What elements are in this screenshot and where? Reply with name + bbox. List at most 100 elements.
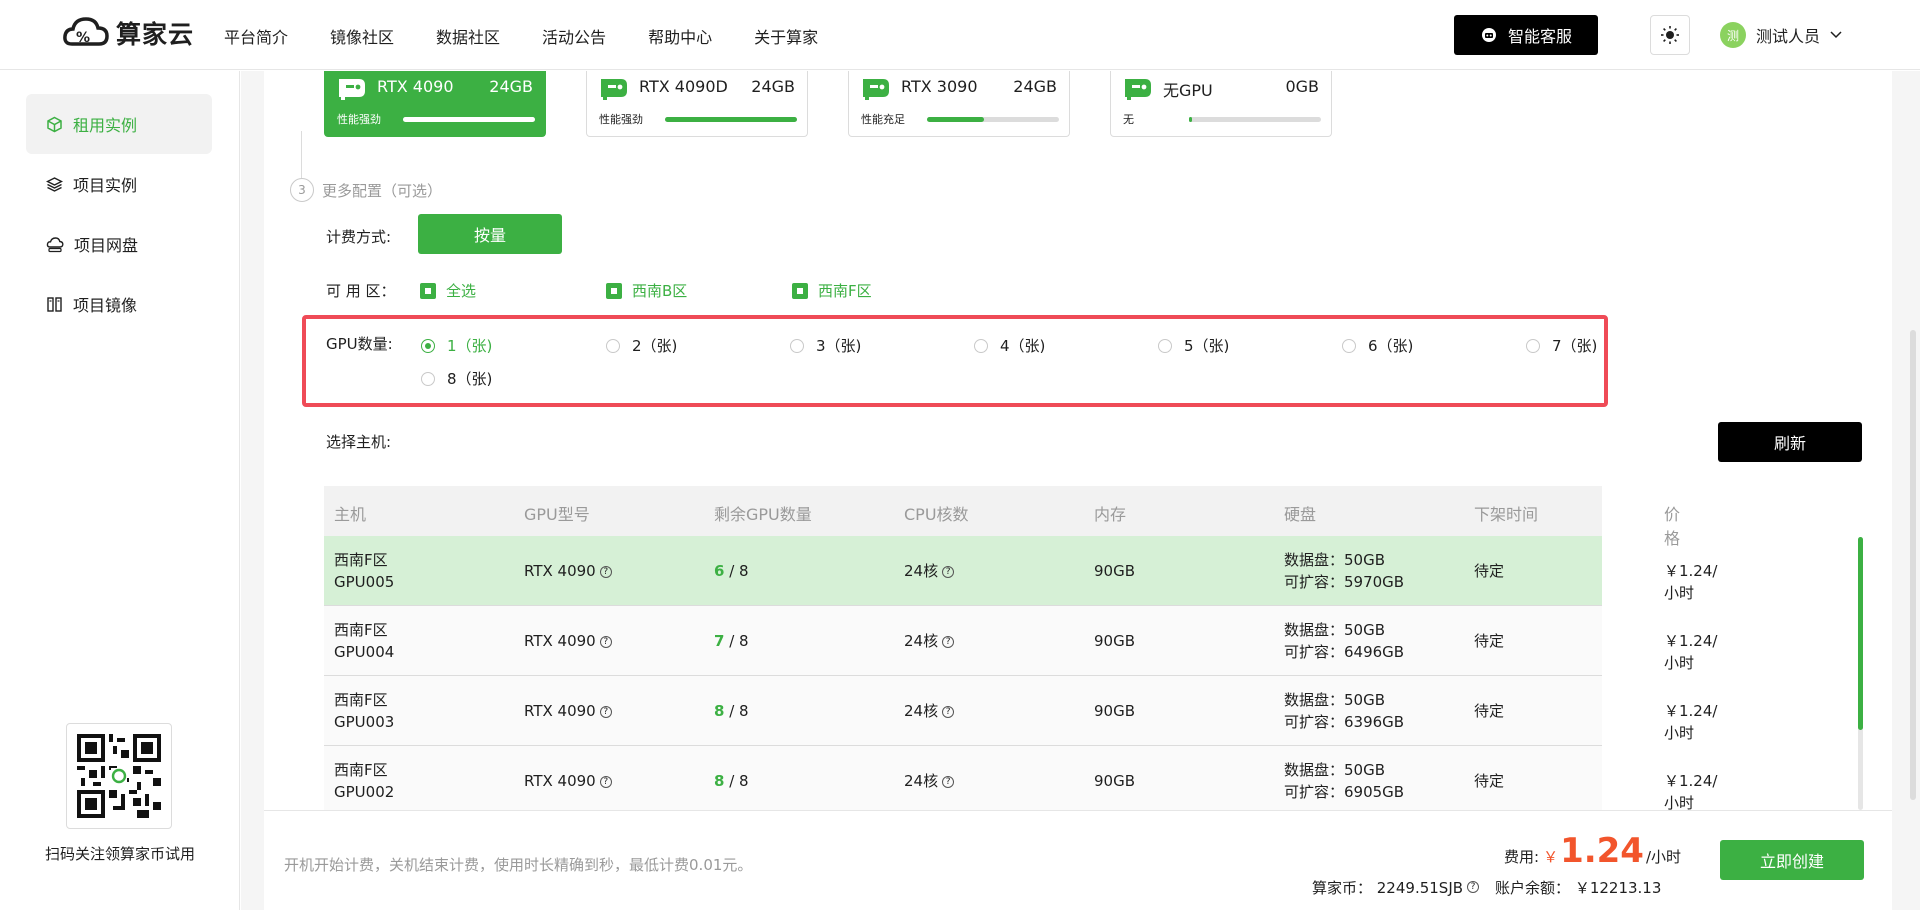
gpu-count-option-label: 5（张) xyxy=(1184,337,1230,355)
table-row[interactable]: 西南F区 GPU003 RTX 4090? 8 / 8 24核? 90GB 数据盘… xyxy=(324,676,1717,746)
help-icon[interactable]: ? xyxy=(942,635,955,648)
nav-announcements[interactable]: 活动公告 xyxy=(542,24,606,48)
cpu-cores: 24核 xyxy=(904,702,939,720)
page-scrollbar[interactable] xyxy=(1910,330,1916,800)
gpu-card-rtx4090d[interactable]: RTX 4090D 24GB 性能强劲 xyxy=(586,71,808,137)
gpu-count-option-6[interactable]: 6（张) xyxy=(1342,335,1413,356)
zone-southwest-f-checkbox[interactable]: 西南F区 xyxy=(792,280,872,301)
gpu-performance-fill xyxy=(1189,117,1192,122)
help-icon[interactable]: ? xyxy=(942,705,955,718)
gpu-card-icon xyxy=(1125,79,1151,100)
step-connector xyxy=(301,131,302,178)
gpu-count-option-1[interactable]: 1（张) xyxy=(421,335,492,356)
nav-intro[interactable]: 平台简介 xyxy=(224,24,288,48)
logo-text: 算家云 xyxy=(116,20,195,49)
refresh-button[interactable]: 刷新 xyxy=(1718,422,1862,462)
radio-icon xyxy=(421,338,435,353)
gpu-card-performance: 无 xyxy=(1123,113,1134,126)
sidebar-item-label: 租用实例 xyxy=(73,116,138,135)
gpu-performance-bar xyxy=(665,117,797,122)
gpu-card-name: RTX 3090 xyxy=(901,77,978,96)
host-zone: 西南F区 xyxy=(334,621,388,639)
table-row[interactable]: 西南F区 GPU002 RTX 4090? 8 / 8 24核? 90GB 数据盘… xyxy=(324,746,1717,810)
price-cell: ￥1.24/小时 xyxy=(1664,772,1718,810)
host-label: 选择主机: xyxy=(326,433,392,451)
host-cell: 西南F区 GPU005 xyxy=(334,549,394,593)
gpu-card-performance: 性能强劲 xyxy=(337,113,381,126)
disk-cell: 数据盘：50GB 可扩容：6396GB xyxy=(1284,689,1404,733)
qr-caption: 扫码关注领算家币试用 xyxy=(44,845,195,863)
help-icon[interactable]: ? xyxy=(942,565,955,578)
price-cell: ￥1.24/小时 xyxy=(1664,562,1718,602)
cpu-cores: 24核 xyxy=(904,632,939,650)
nav-help[interactable]: 帮助中心 xyxy=(648,24,712,48)
gpu-count-option-8[interactable]: 8（张) xyxy=(421,368,492,389)
gpu-count-option-7[interactable]: 7（张) xyxy=(1526,335,1597,356)
table-row[interactable]: 西南F区 GPU005 RTX 4090? 6 / 8 24核? 90GB 数据盘… xyxy=(324,536,1717,606)
help-icon[interactable]: ? xyxy=(599,775,612,788)
help-icon[interactable]: ? xyxy=(1467,881,1480,893)
zone-option-label: 西南B区 xyxy=(632,282,688,300)
help-icon[interactable]: ? xyxy=(599,705,612,718)
help-icon[interactable]: ? xyxy=(942,775,955,788)
table-scrollbar[interactable] xyxy=(1858,537,1863,810)
gpu-count-option-5[interactable]: 5（张) xyxy=(1158,335,1229,356)
gpu-count-option-4[interactable]: 4（张) xyxy=(974,335,1045,356)
customer-service-button[interactable]: 智能客服 xyxy=(1454,15,1598,55)
memory-cell: 90GB xyxy=(1094,772,1136,790)
gpu-available: 7 xyxy=(714,632,725,650)
table-row[interactable]: 西南F区 GPU004 RTX 4090? 7 / 8 24核? 90GB 数据盘… xyxy=(324,606,1717,676)
gpu-model-cell: RTX 4090? xyxy=(524,560,612,582)
sidebar-item-project-instance[interactable]: 项目实例 xyxy=(26,154,212,214)
help-icon[interactable]: ? xyxy=(599,565,612,578)
zone-select-all-checkbox[interactable]: 全选 xyxy=(420,280,476,301)
more-config-step: 3 更多配置（可选） xyxy=(290,178,442,202)
zone-southwest-b-checkbox[interactable]: 西南B区 xyxy=(606,280,687,301)
avatar: 测 xyxy=(1720,22,1746,48)
logo[interactable]: % 算家云 xyxy=(62,14,194,52)
gpu-card-memory: 0GB xyxy=(1285,77,1319,96)
gpu-total: / 8 xyxy=(729,562,749,580)
nav-image-community[interactable]: 镜像社区 xyxy=(330,24,394,48)
gpu-card-icon xyxy=(601,79,627,100)
gpu-count-option-label: 3（张) xyxy=(816,337,862,355)
sidebar-item-project-drive[interactable]: 项目网盘 xyxy=(26,214,212,274)
table-scrollbar-thumb[interactable] xyxy=(1858,537,1863,730)
fee-display: 费用: ￥ 1.24 /小时 xyxy=(1504,831,1681,871)
gpu-card-rtx4090[interactable]: RTX 4090 24GB 性能强劲 xyxy=(324,71,546,137)
nav-data-community[interactable]: 数据社区 xyxy=(436,24,500,48)
gpu-card-no-gpu[interactable]: 无GPU 0GB 无 xyxy=(1110,71,1332,137)
billing-note: 开机开始计费，关机结束计费，使用时长精确到秒，最低计费0.01元。 xyxy=(284,856,753,874)
gpu-count-option-2[interactable]: 2（张) xyxy=(606,335,677,356)
billing-pay-as-you-go-button[interactable]: 按量 xyxy=(418,214,562,254)
gpu-card-rtx3090[interactable]: RTX 3090 24GB 性能充足 xyxy=(848,71,1070,137)
top-header: % 算家云 平台简介 镜像社区 数据社区 活动公告 帮助中心 关于算家 智能客服 xyxy=(0,0,1920,70)
help-icon[interactable]: ? xyxy=(599,635,612,648)
sidebar-item-rent-instance[interactable]: 租用实例 xyxy=(26,94,212,154)
qr-code-icon xyxy=(77,734,161,818)
cpu-cell: 24核? xyxy=(904,770,955,792)
sidebar-item-project-image[interactable]: 项目镜像 xyxy=(26,274,212,334)
disk-cell: 数据盘：50GB 可扩容：6496GB xyxy=(1284,619,1404,663)
host-zone: 西南F区 xyxy=(334,691,388,709)
gpu-count-option-3[interactable]: 3（张) xyxy=(790,335,861,356)
nav-about[interactable]: 关于算家 xyxy=(754,24,818,48)
fee-currency: ￥ xyxy=(1543,848,1559,866)
gpu-available-cell: 8 / 8 xyxy=(714,770,749,792)
account-balance: 账户余额： ￥12213.13 xyxy=(1495,879,1662,897)
create-now-button[interactable]: 立即创建 xyxy=(1720,840,1864,880)
gpu-model-cell: RTX 4090? xyxy=(524,770,612,792)
gpu-model: RTX 4090 xyxy=(524,632,596,650)
host-id: GPU003 xyxy=(334,713,395,731)
config-panel: RTX 4090 24GB 性能强劲 RTX 4090D 24GB 性能强劲 R… xyxy=(264,71,1892,810)
theme-toggle-button[interactable] xyxy=(1650,15,1690,55)
user-menu[interactable]: 测 测试人员 xyxy=(1720,22,1842,48)
column-disk: 硬盘 xyxy=(1284,505,1317,524)
host-cell: 西南F区 GPU003 xyxy=(334,689,394,733)
gpu-count-label: GPU数量: xyxy=(326,335,393,353)
gpu-total: / 8 xyxy=(729,632,749,650)
qr-code xyxy=(66,723,172,829)
gpu-count-option-label: 8（张) xyxy=(447,370,493,388)
gpu-count-highlight xyxy=(302,315,1608,407)
offline-time-cell: 待定 xyxy=(1474,772,1505,790)
